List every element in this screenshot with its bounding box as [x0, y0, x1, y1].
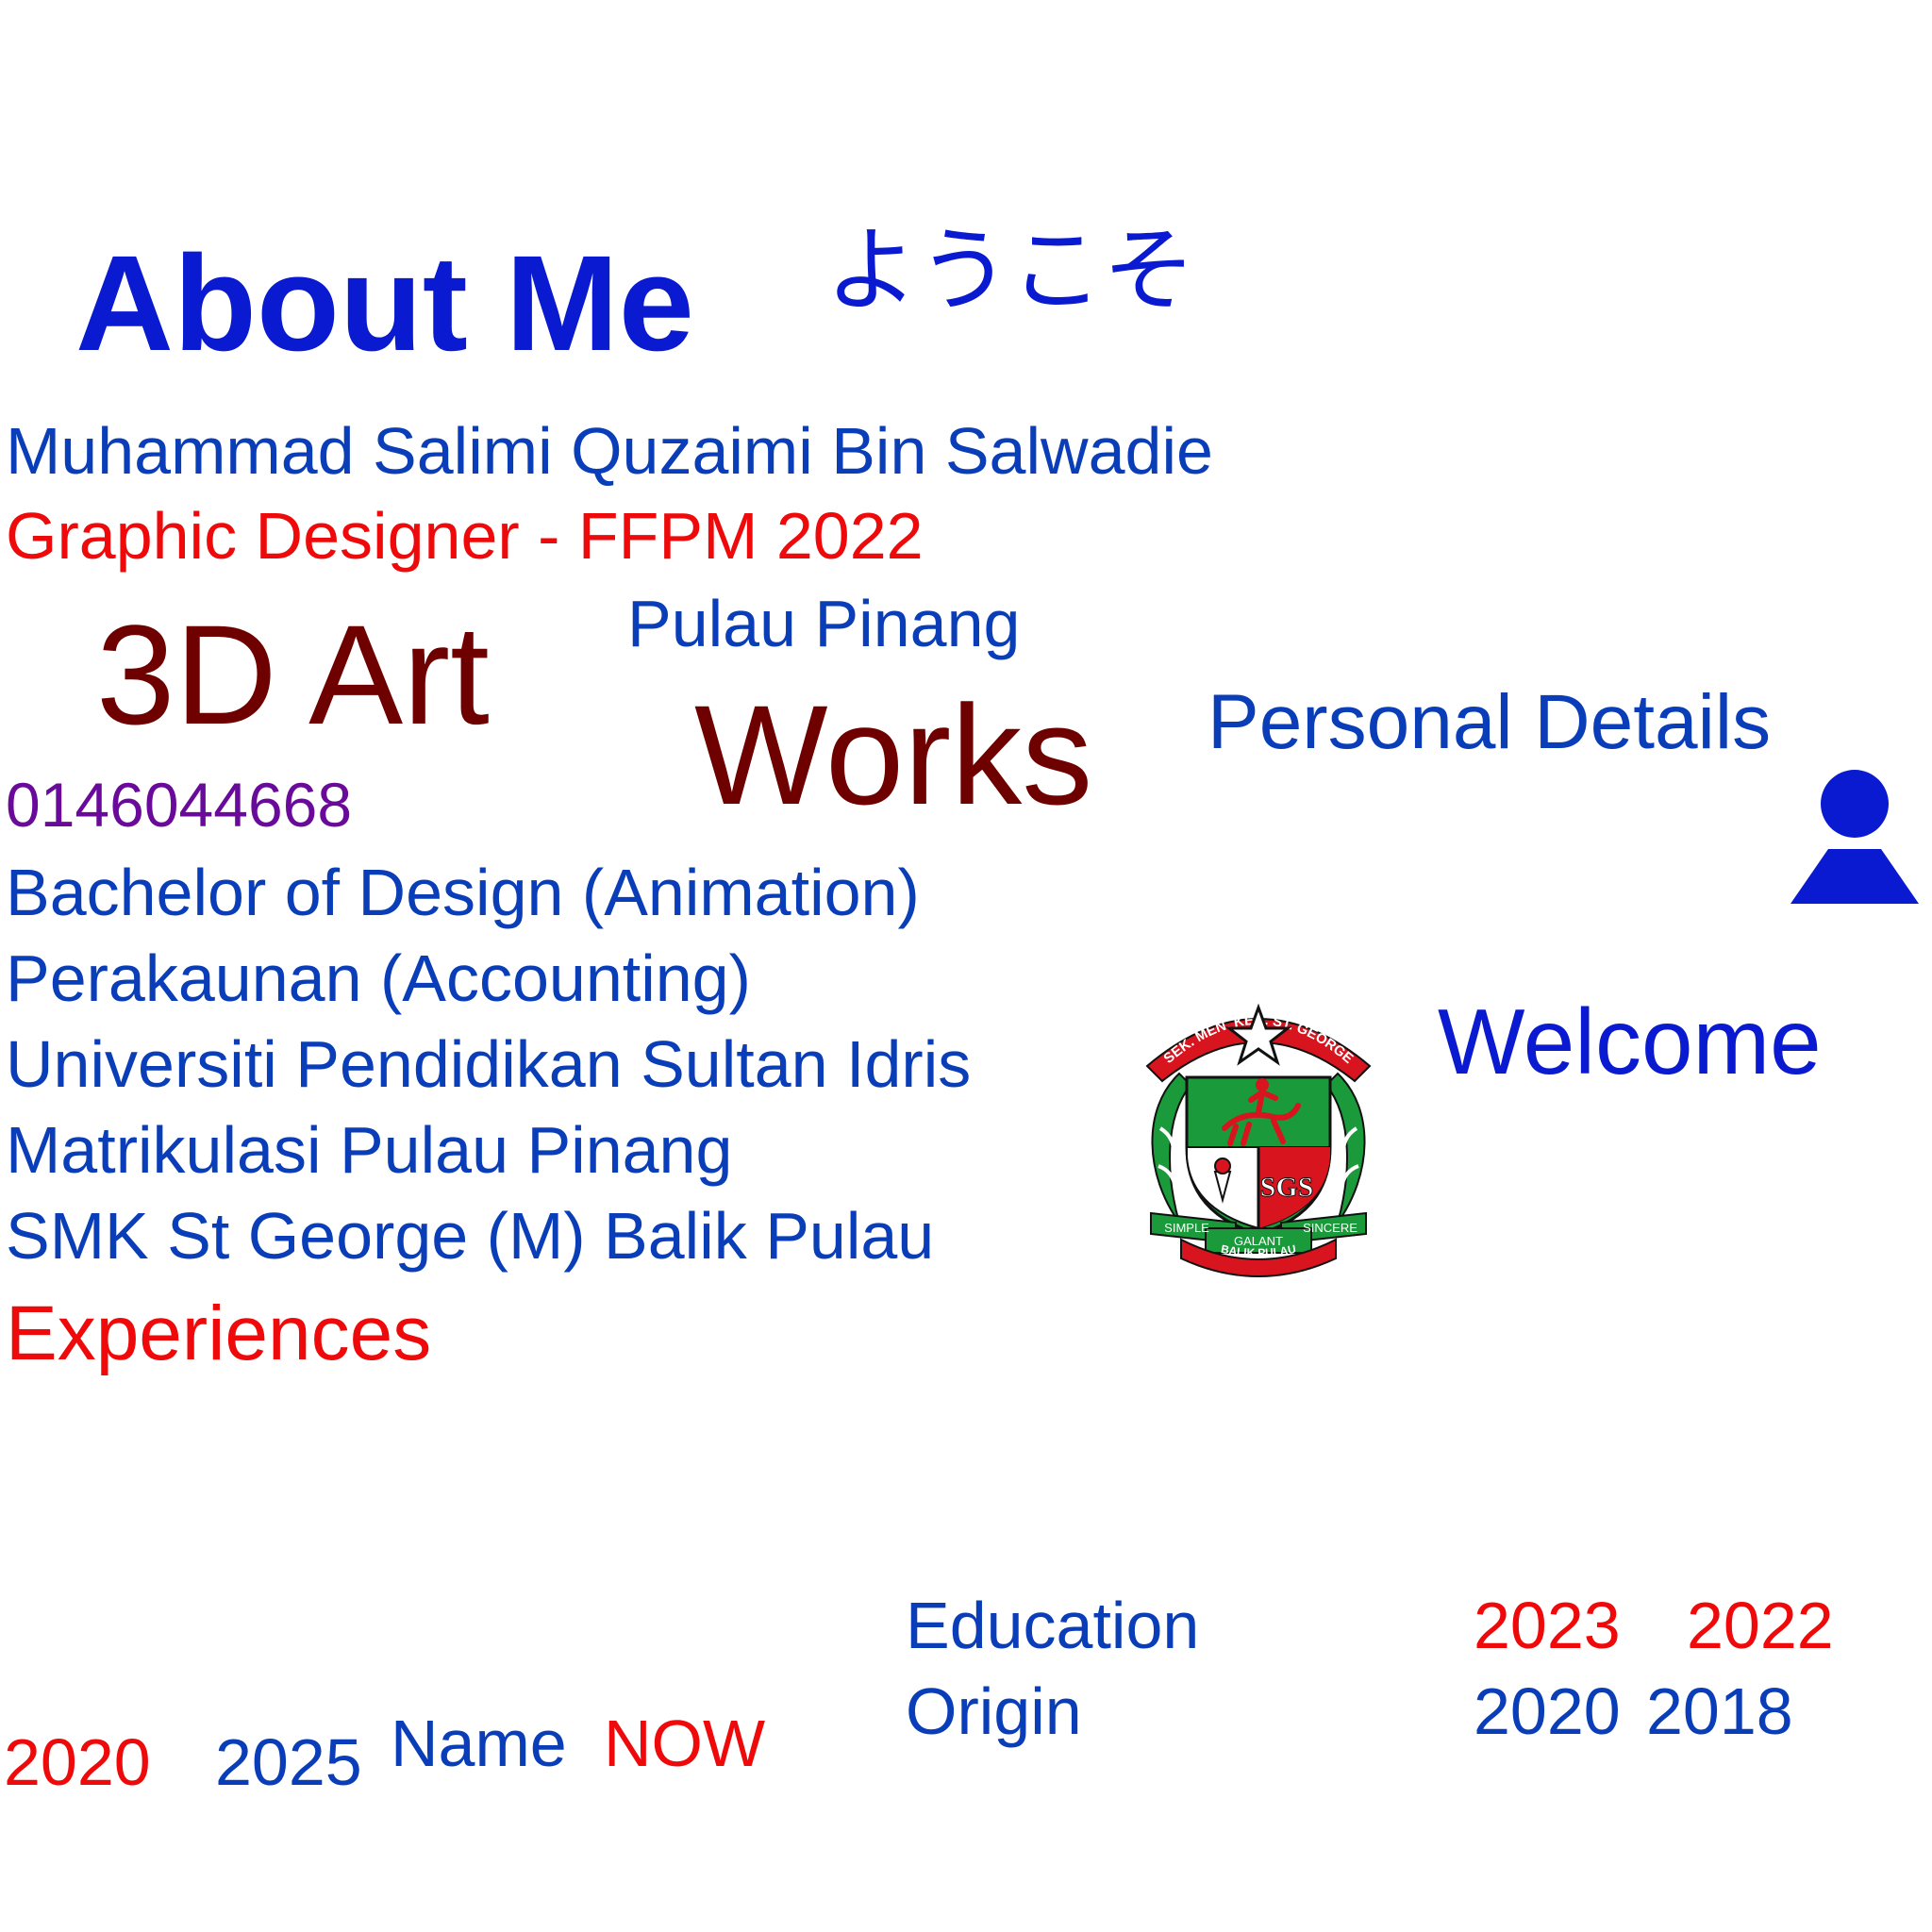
user-icon: [1790, 770, 1919, 904]
education-university: Universiti Pendidikan Sultan Idris: [6, 1027, 972, 1101]
location: Pulau Pinang: [627, 587, 1021, 660]
year-2020-blue: 2020: [1474, 1674, 1621, 1748]
year-2025: 2025: [215, 1725, 362, 1799]
about-me-title: About Me: [75, 227, 694, 379]
label-education: Education: [906, 1589, 1200, 1662]
year-2022: 2022: [1687, 1589, 1834, 1662]
job-role: Graphic Designer - FFPM 2022: [6, 499, 924, 573]
education-degree: Bachelor of Design (Animation): [6, 856, 920, 929]
heading-personal-details: Personal Details: [1208, 679, 1772, 765]
crest-monogram: SGS: [1260, 1172, 1314, 1203]
year-2023: 2023: [1474, 1589, 1621, 1662]
label-now: NOW: [604, 1707, 766, 1780]
education-matriculation: Matrikulasi Pulau Pinang: [6, 1113, 733, 1187]
heading-works: Works: [694, 675, 1093, 834]
education-diploma: Perakaunan (Accounting): [6, 941, 751, 1015]
heading-3d-art: 3D Art: [96, 595, 490, 754]
school-crest-icon: SEK. MEN. KEB. ST. GEORGE SGS SIMPLE SIN…: [1145, 1003, 1372, 1277]
crest-motto-left: SIMPLE: [1164, 1221, 1209, 1235]
year-2018: 2018: [1646, 1674, 1793, 1748]
crest-motto-right: SINCERE: [1303, 1221, 1357, 1235]
welcome-text: Welcome: [1438, 990, 1822, 1093]
label-name: Name: [391, 1707, 567, 1780]
full-name: Muhammad Salimi Quzaimi Bin Salwadie: [6, 414, 1213, 488]
year-2020-red: 2020: [4, 1725, 151, 1799]
label-origin: Origin: [906, 1674, 1082, 1748]
japanese-greeting: ようこそ: [825, 217, 1196, 325]
heading-experiences: Experiences: [6, 1291, 432, 1376]
phone-number: 0146044668: [6, 770, 353, 840]
education-school: SMK St George (M) Balik Pulau: [6, 1199, 935, 1273]
